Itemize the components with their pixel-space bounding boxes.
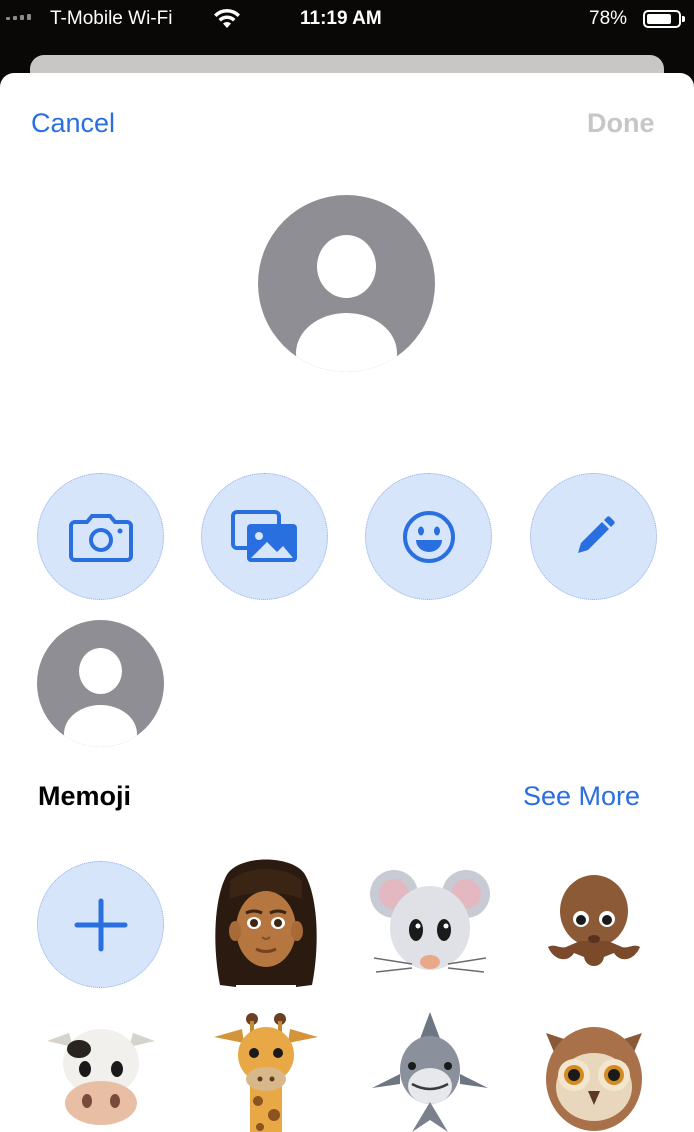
add-memoji-button[interactable] <box>37 861 164 988</box>
wifi-icon <box>214 8 240 28</box>
photos-button[interactable] <box>201 473 328 600</box>
mouse-icon <box>369 869 490 973</box>
pencil-icon <box>577 515 615 553</box>
avatar-body <box>64 705 137 747</box>
photos-icon <box>230 509 297 562</box>
carrier-name: T-Mobile Wi-Fi <box>50 8 173 29</box>
camera-icon <box>68 513 133 562</box>
smiley-icon <box>402 510 455 563</box>
plus-icon <box>74 898 127 951</box>
person-memoji-icon <box>214 859 317 987</box>
memoji-owl[interactable] <box>530 1010 657 1132</box>
memoji-person[interactable] <box>202 857 329 987</box>
cancel-button[interactable]: Cancel <box>31 108 115 139</box>
memoji-giraffe[interactable] <box>202 1006 329 1132</box>
see-more-link[interactable]: See More <box>523 781 640 812</box>
battery-percentage: 78% <box>589 8 628 29</box>
octopus-icon <box>547 874 640 966</box>
status-bar: T-Mobile Wi-Fi 11:19 AM 78% <box>0 0 694 40</box>
owl-icon <box>545 1026 642 1131</box>
battery-icon <box>643 10 685 28</box>
shark-icon <box>371 1011 488 1132</box>
clock: 11:19 AM <box>300 8 382 29</box>
done-button[interactable]: Done <box>587 108 655 139</box>
memoji-shark[interactable] <box>366 1008 493 1132</box>
memoji-cow[interactable] <box>37 1010 164 1132</box>
cellular-signal-icon <box>6 14 31 20</box>
contact-avatar-preview <box>258 195 435 372</box>
memoji-mouse[interactable] <box>366 861 493 988</box>
camera-button[interactable] <box>37 473 164 600</box>
memoji-section-title: Memoji <box>38 781 132 811</box>
memoji-octopus[interactable] <box>530 861 657 988</box>
cow-icon <box>46 1028 155 1125</box>
avatar-head <box>317 235 376 298</box>
avatar-body <box>296 313 397 372</box>
emoji-button[interactable] <box>365 473 492 600</box>
edit-button[interactable] <box>530 473 657 600</box>
avatar-head <box>79 648 122 694</box>
giraffe-icon <box>213 1012 318 1132</box>
default-avatar-option[interactable] <box>37 620 164 747</box>
